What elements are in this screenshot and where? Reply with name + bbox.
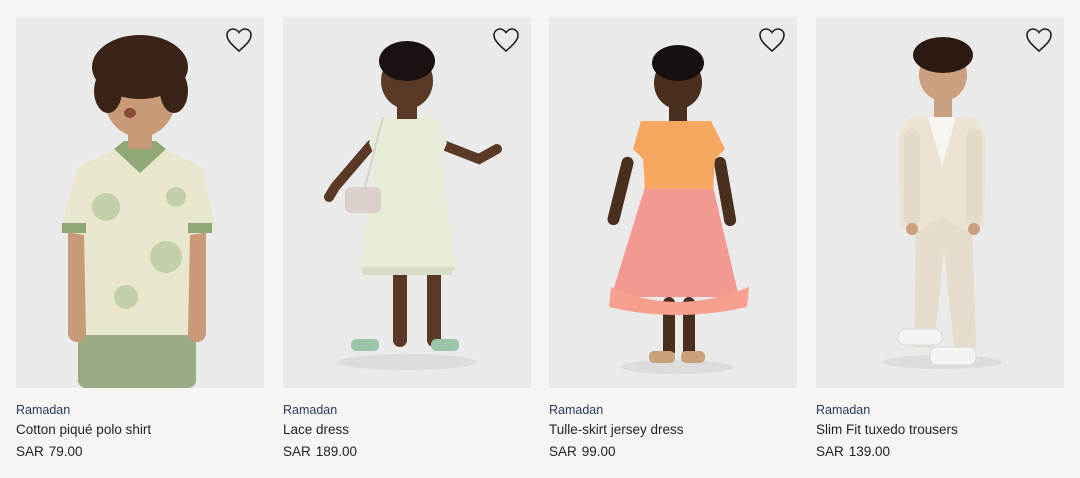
product-photo-tulle-dress <box>549 17 797 388</box>
product-name[interactable]: Lace dress <box>283 421 531 439</box>
product-price: SAR 189.00 <box>283 443 531 461</box>
product-photo-tuxedo <box>816 17 1064 388</box>
product-tag: Ramadan <box>16 403 71 417</box>
price-currency: SAR <box>549 444 577 459</box>
price-value: 139.00 <box>848 444 891 459</box>
price-currency: SAR <box>16 444 44 459</box>
product-tag: Ramadan <box>549 403 604 417</box>
product-info: Ramadan Lace dress SAR 189.00 <box>283 388 531 461</box>
product-grid: Ramadan Cotton piqué polo shirt SAR 79.00 <box>0 0 1080 478</box>
product-image[interactable] <box>549 17 797 388</box>
product-info: Ramadan Tulle-skirt jersey dress SAR 99.0… <box>549 388 797 461</box>
product-name[interactable]: Cotton piqué polo shirt <box>16 421 264 439</box>
price-currency: SAR <box>816 444 844 459</box>
product-price: SAR 99.00 <box>549 443 797 461</box>
product-tag: Ramadan <box>816 403 871 417</box>
product-image[interactable] <box>283 17 531 388</box>
product-name[interactable]: Slim Fit tuxedo trousers <box>816 421 1064 439</box>
product-info: Ramadan Slim Fit tuxedo trousers SAR 139.… <box>816 388 1064 461</box>
product-card[interactable]: Ramadan Slim Fit tuxedo trousers SAR 139.… <box>816 17 1064 461</box>
favorite-heart-icon[interactable] <box>1024 25 1054 55</box>
product-photo-polo <box>16 17 264 388</box>
product-image[interactable] <box>16 17 264 388</box>
price-value: 99.00 <box>581 444 616 459</box>
product-card[interactable]: Ramadan Tulle-skirt jersey dress SAR 99.0… <box>549 17 797 461</box>
product-card[interactable]: Ramadan Cotton piqué polo shirt SAR 79.00 <box>16 17 264 461</box>
price-currency: SAR <box>283 444 311 459</box>
favorite-heart-icon[interactable] <box>224 25 254 55</box>
favorite-heart-icon[interactable] <box>757 25 787 55</box>
price-value: 189.00 <box>315 444 358 459</box>
product-tag: Ramadan <box>283 403 338 417</box>
product-image[interactable] <box>816 17 1064 388</box>
product-card[interactable]: Ramadan Lace dress SAR 189.00 <box>283 17 531 461</box>
favorite-heart-icon[interactable] <box>491 25 521 55</box>
price-value: 79.00 <box>48 444 83 459</box>
product-name[interactable]: Tulle-skirt jersey dress <box>549 421 797 439</box>
product-price: SAR 79.00 <box>16 443 264 461</box>
product-price: SAR 139.00 <box>816 443 1064 461</box>
product-info: Ramadan Cotton piqué polo shirt SAR 79.00 <box>16 388 264 461</box>
product-photo-lace-dress <box>283 17 531 388</box>
